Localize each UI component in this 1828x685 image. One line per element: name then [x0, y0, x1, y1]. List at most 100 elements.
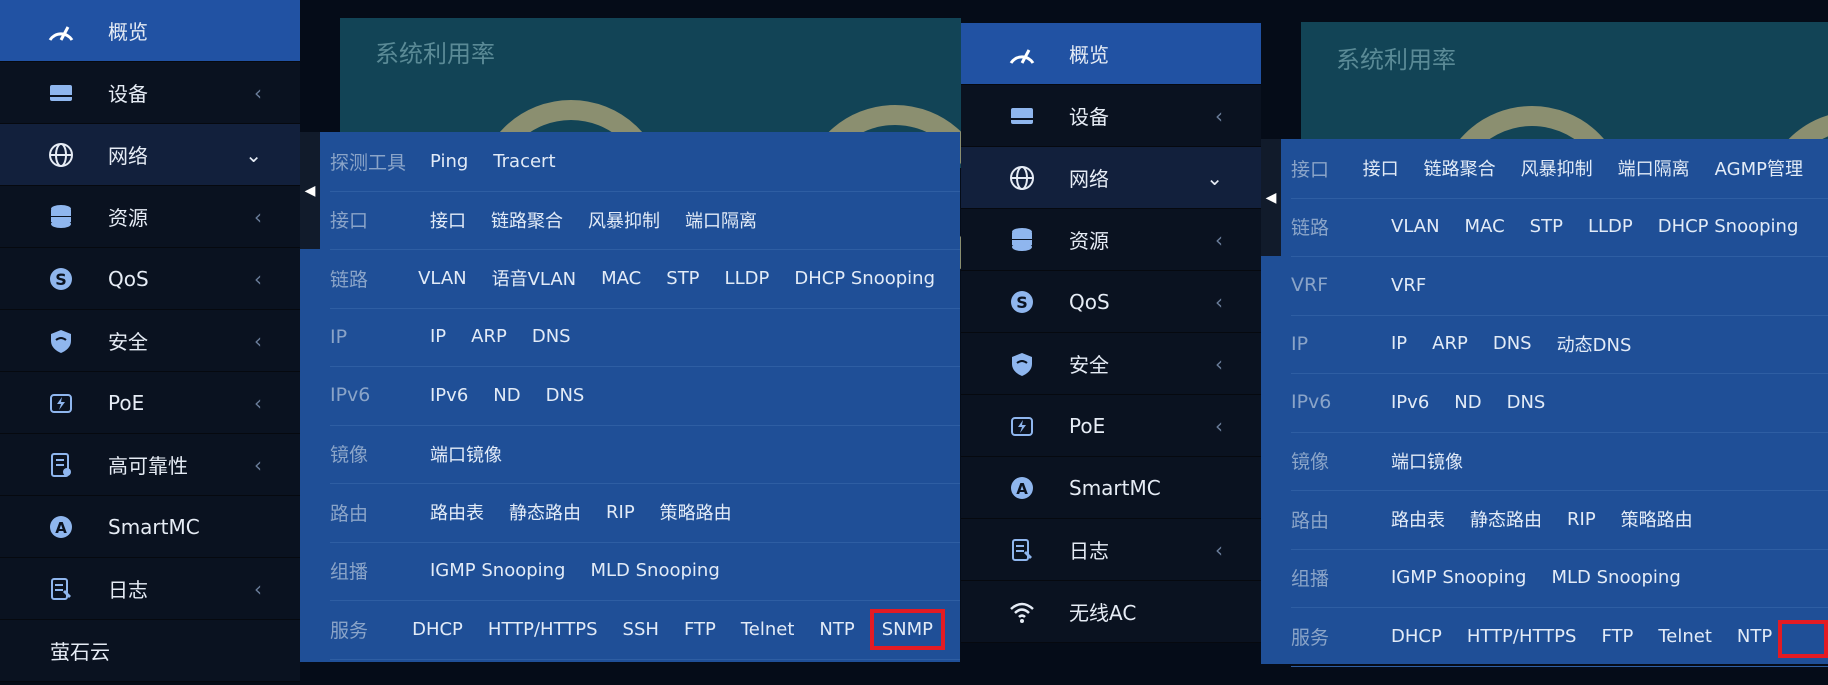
sidebar-item[interactable]: A SmartMC [0, 496, 300, 558]
flyout-link[interactable]: 端口隔离 [1618, 155, 1690, 181]
flyout-link[interactable]: HTTP/HTTPS [1467, 626, 1577, 647]
flyout-link[interactable]: AGMP管理 [1715, 155, 1803, 181]
flyout-row: 服务 DHCP HTTP/HTTPS SSH FTP Telnet NTP SNMP [330, 600, 960, 660]
flyout-link[interactable]: 端口镜像 [430, 441, 502, 467]
flyout-link[interactable]: 接口 [430, 207, 466, 233]
chevron-down-icon: ⌄ [1206, 165, 1223, 190]
flyout-link[interactable]: DHCP Snooping [1658, 216, 1799, 237]
sidebar-item[interactable]: 萤石云 [0, 620, 300, 682]
flyout-link[interactable]: SNMP [869, 608, 946, 650]
flyout-link[interactable]: ARP [471, 326, 507, 347]
sidebar-item[interactable]: 日志 ‹ [0, 558, 300, 620]
flyout-link[interactable]: Telnet [1658, 626, 1712, 647]
sidebar-item[interactable]: 网络 ⌄ [961, 147, 1261, 209]
flyout-link[interactable]: 路由表 [1391, 506, 1445, 532]
flyout-link[interactable]: 语音VLAN [492, 265, 577, 291]
flyout-link[interactable]: NTP [819, 619, 854, 640]
collapse-arrow-icon[interactable]: ◀ [1261, 139, 1281, 256]
flyout-link[interactable]: SSH [623, 619, 659, 640]
flyout-link[interactable]: IP [430, 326, 446, 347]
flyout-link[interactable]: LLDP [1588, 216, 1633, 237]
svg-text:S: S [1016, 293, 1028, 312]
flyout-link[interactable]: 静态路由 [1470, 506, 1542, 532]
flyout-link[interactable]: DNS [1493, 333, 1532, 354]
flyout-link[interactable]: Ping [430, 151, 468, 172]
flyout-link[interactable]: 策略路由 [1621, 506, 1693, 532]
sidebar-item[interactable]: PoE ‹ [961, 395, 1261, 457]
sidebar-item[interactable]: S QoS ‹ [0, 248, 300, 310]
flyout-link[interactable]: STP [666, 268, 699, 289]
flyout-link[interactable]: 端口隔离 [685, 207, 757, 233]
flyout-row: IP IP ARP DNS [330, 308, 960, 367]
flyout-link[interactable]: VRF [1391, 275, 1426, 296]
flyout-link[interactable]: DHCP [1391, 626, 1442, 647]
sidebar-item[interactable]: S QoS ‹ [961, 271, 1261, 333]
sidebar-item[interactable]: 安全 ‹ [0, 310, 300, 372]
sidebar-item-label: 高可靠性 [108, 454, 188, 478]
sidebar-item[interactable]: 无线AC [961, 581, 1261, 643]
flyout-link[interactable]: IPv6 [430, 385, 468, 406]
flyout-row: IPv6 IPv6 ND DNS [1291, 373, 1828, 433]
flyout-link[interactable]: HTTP/HTTPS [488, 619, 598, 640]
flyout-link[interactable]: FTP [684, 619, 716, 640]
flyout-link[interactable]: FTP [1601, 626, 1633, 647]
flyout-link[interactable]: RIP [1567, 509, 1596, 530]
flyout-link[interactable]: ND [1454, 392, 1481, 413]
sidebar-item[interactable]: PoE ‹ [0, 372, 300, 434]
flyout-link[interactable]: ARP [1432, 333, 1468, 354]
flyout-category-label: VRF [1291, 274, 1329, 297]
flyout-link[interactable]: IGMP Snooping [430, 560, 565, 581]
sidebar-item[interactable]: 资源 ‹ [0, 186, 300, 248]
flyout-link[interactable]: MLD Snooping [1551, 567, 1680, 588]
flyout-link[interactable]: RIP [606, 502, 635, 523]
flyout-link[interactable]: IGMP Snooping [1391, 567, 1526, 588]
flyout-link[interactable]: 风暴抑制 [1521, 155, 1593, 181]
flyout-link[interactable]: DNS [546, 385, 585, 406]
flyout-link[interactable]: 策略路由 [660, 499, 732, 525]
sidebar-item[interactable]: 安全 ‹ [961, 333, 1261, 395]
flyout-link[interactable]: 路由表 [430, 499, 484, 525]
svg-text:A: A [1016, 480, 1028, 498]
card-title: 系统利用率 [1336, 46, 1456, 74]
sidebar-item[interactable]: 概览 [0, 0, 300, 62]
sidebar-item[interactable]: 设备 ‹ [0, 62, 300, 124]
flyout-link[interactable]: VLAN [1391, 216, 1440, 237]
flyout-link[interactable]: 链路聚合 [491, 207, 563, 233]
flyout-link[interactable]: ND [493, 385, 520, 406]
sidebar-item[interactable]: 网络 ⌄ [0, 124, 300, 186]
flyout-link[interactable]: 静态路由 [509, 499, 581, 525]
sidebar-item[interactable]: A SmartMC [961, 457, 1261, 519]
flyout-link[interactable]: IP [1391, 333, 1407, 354]
chevron-left-icon: ‹ [1215, 289, 1223, 314]
flyout-link[interactable]: DHCP [412, 619, 463, 640]
flyout-link[interactable]: MAC [1465, 216, 1505, 237]
flyout-link[interactable]: VLAN [418, 268, 467, 289]
flyout-link[interactable]: MLD Snooping [590, 560, 719, 581]
flyout-link[interactable]: MAC [601, 268, 641, 289]
chevron-left-icon: ‹ [254, 266, 262, 291]
sidebar-nav: 概览 设备 ‹ 网络 ⌄ 资源 ‹ S QoS ‹ 安全 ‹ PoE ‹ A SmartMC 日志 ‹ 无线AC [961, 23, 1261, 643]
sidebar-item[interactable]: 概览 [961, 23, 1261, 85]
flyout-link[interactable]: 端口镜像 [1391, 448, 1463, 474]
flyout-link[interactable]: STP [1530, 216, 1563, 237]
chevron-left-icon: ‹ [1215, 537, 1223, 562]
flyout-link[interactable]: DNS [532, 326, 571, 347]
flyout-link[interactable]: LLDP [725, 268, 770, 289]
flyout-link[interactable]: 接口 [1363, 155, 1399, 181]
flyout-link[interactable]: 风暴抑制 [588, 207, 660, 233]
sidebar-item[interactable]: 日志 ‹ [961, 519, 1261, 581]
sidebar-item[interactable]: 设备 ‹ [961, 85, 1261, 147]
chevron-left-icon: ‹ [1215, 103, 1223, 128]
sidebar-item[interactable]: 资源 ‹ [961, 209, 1261, 271]
flyout-link[interactable]: 链路聚合 [1424, 155, 1496, 181]
flyout-link[interactable]: DNS [1507, 392, 1546, 413]
flyout-link[interactable]: NTP [1737, 626, 1772, 647]
flyout-link[interactable]: DHCP Snooping [794, 268, 935, 289]
collapse-arrow-icon[interactable]: ◀ [300, 132, 320, 249]
flyout-link[interactable]: 动态DNS [1557, 331, 1632, 357]
flyout-link[interactable]: Tracert [493, 151, 555, 172]
flyout-category-label: 探测工具 [330, 151, 407, 174]
sidebar-item[interactable]: 高可靠性 ‹ [0, 434, 300, 496]
flyout-link[interactable]: Telnet [741, 619, 795, 640]
flyout-link[interactable]: IPv6 [1391, 392, 1429, 413]
